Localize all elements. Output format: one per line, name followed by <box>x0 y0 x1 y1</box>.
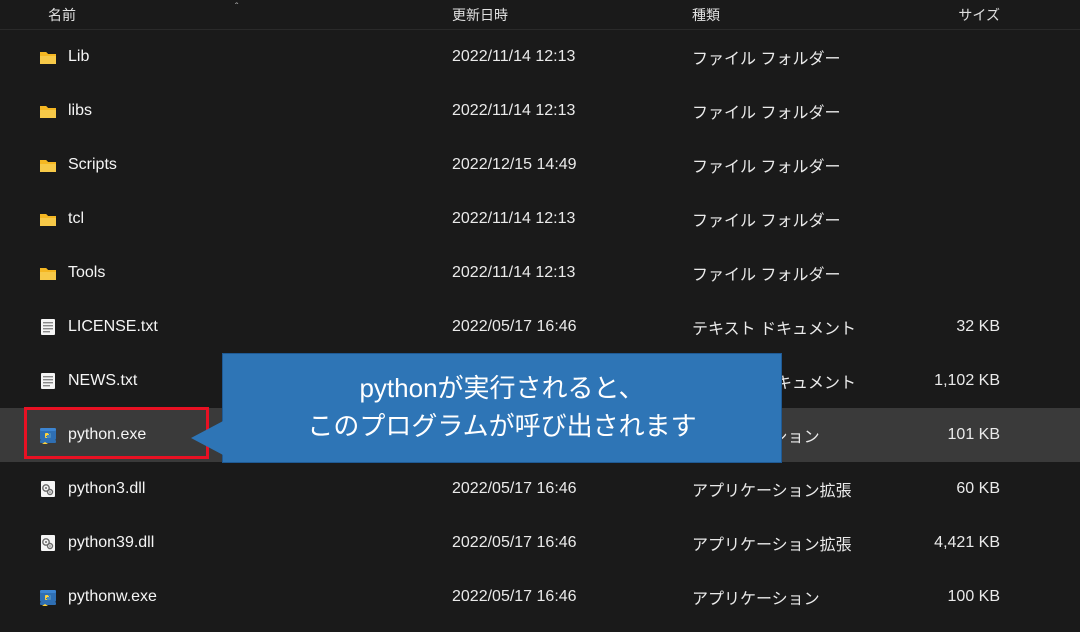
cell-date: 2022/12/15 14:49 <box>440 156 680 174</box>
file-name-label: NEWS.txt <box>68 372 137 390</box>
cell-name: pythonw.exe <box>0 587 440 607</box>
cell-date: 2022/05/17 16:46 <box>440 318 680 336</box>
cell-date: 2022/05/17 16:46 <box>440 534 680 552</box>
column-header-name[interactable]: 名前 <box>0 5 440 25</box>
cell-date: 2022/11/14 12:13 <box>440 264 680 282</box>
folder-icon <box>38 155 58 175</box>
cell-name: Scripts <box>0 155 440 175</box>
cell-date: 2022/11/14 12:13 <box>440 102 680 120</box>
folder-icon <box>38 47 58 67</box>
pyexe-icon <box>38 587 58 607</box>
folder-icon <box>38 263 58 283</box>
folder-icon <box>38 209 58 229</box>
dll-icon <box>38 479 58 499</box>
cell-name: python3.dll <box>0 479 440 499</box>
file-list: Lib2022/11/14 12:13ファイル フォルダーlibs2022/11… <box>0 30 1080 624</box>
file-name-label: Scripts <box>68 156 117 174</box>
annotation-callout: pythonが実行されると、 このプログラムが呼び出されます <box>222 353 782 463</box>
file-row[interactable]: Scripts 2022/12/15 14:49ファイル フォルダー <box>0 138 1080 192</box>
dll-icon <box>38 533 58 553</box>
cell-date: 2022/11/14 12:13 <box>440 48 680 66</box>
cell-name: Lib <box>0 47 440 67</box>
cell-type: アプリケーション拡張 <box>680 531 870 555</box>
cell-date: 2022/11/14 12:13 <box>440 210 680 228</box>
file-explorer-panel: ˆ 名前 更新日時 種類 サイズ Lib2022/11/14 12:13ファイル… <box>0 0 1080 624</box>
cell-size: 100 KB <box>870 588 1030 606</box>
sort-ascending-icon: ˆ <box>235 2 238 13</box>
file-name-label: Lib <box>68 48 89 66</box>
cell-type: テキスト ドキュメント <box>680 315 870 339</box>
file-name-label: pythonw.exe <box>68 588 157 606</box>
txt-icon <box>38 371 58 391</box>
cell-name: LICENSE.txt <box>0 317 440 337</box>
cell-date: 2022/05/17 16:46 <box>440 480 680 498</box>
callout-line1: pythonが実行されると、 <box>359 373 644 403</box>
pyexe-icon <box>38 425 58 445</box>
cell-name: python39.dll <box>0 533 440 553</box>
callout-line2: このプログラムが呼び出されます <box>307 411 696 441</box>
file-name-label: python3.dll <box>68 480 145 498</box>
txt-icon <box>38 317 58 337</box>
column-header-row: 名前 更新日時 種類 サイズ <box>0 0 1080 30</box>
file-name-label: python39.dll <box>68 534 154 552</box>
cell-type: アプリケーション拡張 <box>680 477 870 501</box>
file-name-label: Tools <box>68 264 105 282</box>
file-row[interactable]: libs 2022/11/14 12:13ファイル フォルダー <box>0 84 1080 138</box>
file-name-label: tcl <box>68 210 84 228</box>
cell-date: 2022/05/17 16:46 <box>440 588 680 606</box>
cell-name: tcl <box>0 209 440 229</box>
cell-size: 1,102 KB <box>870 372 1030 390</box>
column-header-size[interactable]: サイズ <box>870 5 1030 25</box>
cell-type: ファイル フォルダー <box>680 45 870 69</box>
cell-type: ファイル フォルダー <box>680 99 870 123</box>
file-row[interactable]: python3.dll 2022/05/17 16:46アプリケーション拡張60 … <box>0 462 1080 516</box>
file-row[interactable]: tcl 2022/11/14 12:13ファイル フォルダー <box>0 192 1080 246</box>
cell-type: アプリケーション <box>680 585 870 609</box>
cell-type: ファイル フォルダー <box>680 207 870 231</box>
file-row[interactable]: LICENSE.txt 2022/05/17 16:46テキスト ドキュメント32… <box>0 300 1080 354</box>
cell-size: 60 KB <box>870 480 1030 498</box>
cell-type: ファイル フォルダー <box>680 261 870 285</box>
column-header-type[interactable]: 種類 <box>680 5 870 25</box>
cell-size: 101 KB <box>870 426 1030 444</box>
cell-name: Tools <box>0 263 440 283</box>
file-name-label: libs <box>68 102 92 120</box>
file-row[interactable]: Tools 2022/11/14 12:13ファイル フォルダー <box>0 246 1080 300</box>
file-row[interactable]: python39.dll 2022/05/17 16:46アプリケーション拡張4,… <box>0 516 1080 570</box>
folder-icon <box>38 101 58 121</box>
file-name-label: LICENSE.txt <box>68 318 158 336</box>
file-name-label: python.exe <box>68 426 146 444</box>
cell-size: 32 KB <box>870 318 1030 336</box>
file-row[interactable]: Lib 2022/11/14 12:13ファイル フォルダー <box>0 30 1080 84</box>
file-row[interactable]: pythonw.exe 2022/05/17 16:46アプリケーション100 K… <box>0 570 1080 624</box>
cell-name: libs <box>0 101 440 121</box>
cell-type: ファイル フォルダー <box>680 153 870 177</box>
column-header-date[interactable]: 更新日時 <box>440 5 680 25</box>
cell-size: 4,421 KB <box>870 534 1030 552</box>
